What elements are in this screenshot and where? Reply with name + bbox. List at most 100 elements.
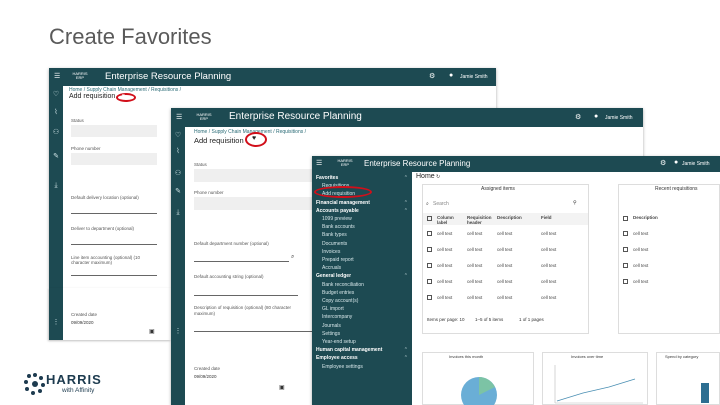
settings-icon[interactable]: ⚙ bbox=[660, 159, 666, 167]
chevron-icon[interactable]: ⌃ bbox=[404, 273, 408, 279]
edit-icon[interactable]: ✎ bbox=[171, 187, 185, 195]
nav-item[interactable]: Bank types bbox=[322, 232, 412, 238]
status-field[interactable] bbox=[71, 125, 157, 137]
row-checkbox[interactable] bbox=[623, 279, 628, 284]
user-icon[interactable]: ● bbox=[449, 72, 453, 79]
calendar-icon[interactable]: ▣ bbox=[149, 328, 155, 335]
chevron-icon[interactable]: ⌃ bbox=[404, 200, 408, 206]
row-checkbox[interactable] bbox=[427, 295, 432, 300]
row-checkbox[interactable] bbox=[427, 231, 432, 236]
column-header[interactable]: Field bbox=[541, 215, 581, 220]
line-item-field[interactable] bbox=[71, 266, 157, 276]
download-icon[interactable]: ⤓ bbox=[49, 182, 63, 190]
people-icon[interactable]: ⚇ bbox=[171, 169, 185, 177]
edit-icon[interactable]: ✎ bbox=[49, 152, 63, 160]
nav-item[interactable]: Year-end setup bbox=[322, 339, 412, 345]
user-name[interactable]: Jamie Smith bbox=[460, 74, 488, 80]
nav-item[interactable]: Budget entries bbox=[322, 290, 412, 296]
chevron-icon[interactable]: ⌃ bbox=[404, 175, 408, 181]
column-header[interactable]: Requisition header bbox=[467, 215, 495, 225]
description-field[interactable] bbox=[194, 318, 312, 332]
row-checkbox[interactable] bbox=[427, 279, 432, 284]
favorite-heart-icon[interactable]: ♥ bbox=[252, 135, 256, 142]
row-checkbox[interactable] bbox=[623, 247, 628, 252]
download-icon[interactable]: ⤓ bbox=[171, 209, 185, 217]
more-icon[interactable]: ⋮ bbox=[171, 327, 185, 335]
nav-item[interactable]: Accruals bbox=[322, 265, 412, 271]
user-icon[interactable]: ● bbox=[594, 113, 598, 120]
nav-item[interactable]: Employee settings bbox=[322, 364, 412, 370]
nav-item[interactable]: Settings bbox=[322, 331, 412, 337]
accounting-string-field[interactable] bbox=[194, 282, 298, 296]
phone-field[interactable] bbox=[71, 153, 157, 165]
user-name[interactable]: Jamie Smith bbox=[682, 161, 710, 167]
phone-field[interactable] bbox=[194, 197, 312, 210]
user-icon[interactable]: ● bbox=[674, 159, 678, 166]
description-label: Description of requisition (optional) (8… bbox=[194, 305, 292, 316]
nav-item[interactable]: Accounts payable bbox=[316, 208, 412, 214]
nav-item[interactable]: Human capital management bbox=[316, 347, 412, 353]
menu-icon[interactable]: ☰ bbox=[54, 72, 60, 80]
table-cell: cell text bbox=[437, 279, 453, 284]
phone-label: Phone number bbox=[194, 190, 224, 195]
menu-icon[interactable]: ☰ bbox=[176, 113, 182, 121]
chart-icon[interactable]: ⌇ bbox=[49, 108, 63, 116]
nav-item[interactable]: Employee access bbox=[316, 355, 412, 361]
list-item: cell text bbox=[633, 247, 649, 252]
nav-item[interactable]: Favorites bbox=[316, 175, 412, 181]
favorites-icon[interactable]: ♡ bbox=[49, 90, 63, 98]
pagination-pages[interactable]: 1 of 1 pages bbox=[519, 317, 544, 322]
app-logo: HARRIS ERP bbox=[72, 71, 88, 80]
nav-item[interactable]: 1099 preview bbox=[322, 216, 412, 222]
nav-item[interactable]: Invoices bbox=[322, 249, 412, 255]
table-cell: cell text bbox=[437, 247, 453, 252]
nav-item[interactable]: Bank reconciliation bbox=[322, 282, 412, 288]
navigation-sidebar: Favorites ⌃ Requisitions Add requisition Fin… bbox=[312, 172, 412, 405]
nav-item[interactable]: Financial management bbox=[316, 200, 412, 206]
nav-item[interactable]: Bank accounts bbox=[322, 224, 412, 230]
chevron-icon[interactable]: ⌃ bbox=[404, 208, 408, 214]
nav-item[interactable]: General ledger bbox=[316, 273, 412, 279]
nav-item[interactable]: Prepaid report bbox=[322, 257, 412, 263]
chevron-icon[interactable]: ⌃ bbox=[404, 355, 408, 361]
nav-item[interactable]: Documents bbox=[322, 241, 412, 247]
chart-icon[interactable]: ⌇ bbox=[171, 147, 185, 155]
icon-rail-lower: ⋮ bbox=[49, 288, 63, 340]
column-header[interactable]: Column label bbox=[437, 215, 465, 225]
people-icon[interactable]: ⚇ bbox=[49, 128, 63, 136]
chevron-icon[interactable]: ⌃ bbox=[404, 347, 408, 353]
status-field[interactable] bbox=[194, 169, 312, 182]
select-all-checkbox[interactable] bbox=[623, 216, 628, 221]
more-icon[interactable]: ⋮ bbox=[49, 318, 63, 326]
search-input[interactable]: Search bbox=[433, 201, 449, 207]
dept-number-field[interactable] bbox=[194, 248, 289, 262]
row-checkbox[interactable] bbox=[623, 231, 628, 236]
calendar-icon[interactable]: ▣ bbox=[279, 384, 285, 391]
settings-icon[interactable]: ⚙ bbox=[429, 72, 435, 80]
table-cell: cell text bbox=[467, 295, 483, 300]
menu-icon[interactable]: ☰ bbox=[316, 159, 322, 167]
pagination-items[interactable]: Items per page: 10 bbox=[427, 317, 465, 322]
nav-item[interactable]: Intercompany bbox=[322, 314, 412, 320]
table-cell: cell text bbox=[541, 279, 557, 284]
column-header[interactable]: Description bbox=[633, 215, 658, 220]
user-name[interactable]: Jamie Smith bbox=[605, 115, 633, 121]
search-icon[interactable]: ⌕ bbox=[291, 254, 294, 261]
nav-item[interactable]: Copy account(s) bbox=[322, 298, 412, 304]
brand-sub: with Affinity bbox=[62, 387, 95, 394]
nav-item[interactable]: GL import bbox=[322, 306, 412, 312]
nav-item[interactable]: Journals bbox=[322, 323, 412, 329]
settings-icon[interactable]: ⚙ bbox=[575, 113, 581, 121]
filter-icon[interactable]: ⚲ bbox=[573, 200, 577, 206]
refresh-icon[interactable]: ↻ bbox=[436, 174, 440, 180]
row-checkbox[interactable] bbox=[427, 247, 432, 252]
column-header[interactable]: Description bbox=[497, 215, 537, 220]
favorite-highlight bbox=[314, 186, 372, 198]
default-location-field[interactable] bbox=[71, 202, 157, 214]
row-checkbox[interactable] bbox=[623, 263, 628, 268]
row-checkbox[interactable] bbox=[427, 263, 432, 268]
favorite-heart-icon[interactable]: ♥ bbox=[122, 93, 125, 99]
favorites-icon[interactable]: ♡ bbox=[171, 131, 185, 139]
select-all-checkbox[interactable] bbox=[427, 216, 432, 221]
deliver-dept-field[interactable] bbox=[71, 233, 157, 245]
